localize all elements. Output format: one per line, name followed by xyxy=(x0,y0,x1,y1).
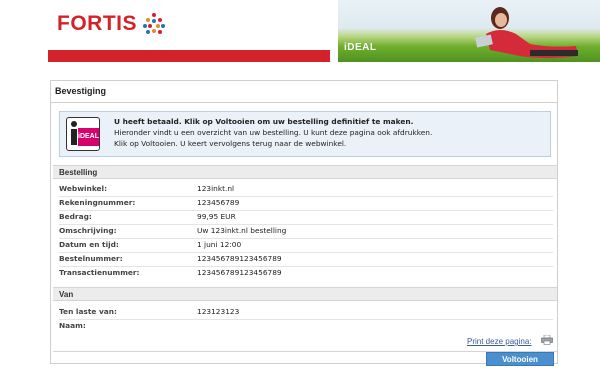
detail-label: Rekeningnummer: xyxy=(59,198,136,207)
detail-value: 123inkt.nl xyxy=(197,184,235,193)
notice-line-3: Klik op Voltooien. U keert vervolgens te… xyxy=(114,139,347,148)
detail-value: 123456789123456789 xyxy=(197,268,282,277)
detail-label: Webwinkel: xyxy=(59,184,108,193)
detail-row: Omschrijving: Uw 123inkt.nl bestelling xyxy=(59,224,555,238)
person-illustration-icon xyxy=(475,7,578,58)
detail-row: Ten laste van: 123123123 xyxy=(59,305,555,319)
ideal-logo-icon: iDEAL xyxy=(66,117,100,151)
detail-label: Bestelnummer: xyxy=(59,254,123,263)
detail-value: 123456789123456789 xyxy=(197,254,282,263)
detail-label: Bedrag: xyxy=(59,212,92,221)
printer-icon[interactable] xyxy=(541,335,553,345)
notice-text: U heeft betaald. Klik op Voltooien om uw… xyxy=(114,116,432,149)
section-heading-van: Van xyxy=(53,287,557,301)
confirmation-panel: Bevestiging iDEAL U heeft betaald. Klik … xyxy=(50,80,558,364)
detail-value: 99,95 EUR xyxy=(197,212,236,221)
detail-label: Naam: xyxy=(59,321,86,330)
detail-row: Webwinkel: 123inkt.nl xyxy=(59,182,555,196)
detail-label: Ten laste van: xyxy=(59,307,117,316)
detail-label: Omschrijving: xyxy=(59,226,117,235)
divider xyxy=(51,102,557,103)
detail-value: 1 juni 12:00 xyxy=(197,240,242,249)
page-title: Bevestiging xyxy=(55,86,107,96)
detail-row: Datum en tijd: 1 juni 12:00 xyxy=(59,238,555,252)
detail-row: Transactienummer: 123456789123456789 xyxy=(59,266,555,280)
payment-notice: iDEAL U heeft betaald. Klik op Voltooien… xyxy=(59,111,551,157)
detail-value: 123456789 xyxy=(197,198,240,207)
detail-row: Bestelnummer: 123456789123456789 xyxy=(59,252,555,266)
detail-value: Uw 123inkt.nl bestelling xyxy=(197,226,287,235)
banner-ideal-label: iDEAL xyxy=(344,42,377,53)
fortis-logo: FORTIS xyxy=(57,11,165,37)
section-heading-bestelling: Bestelling xyxy=(53,165,557,179)
detail-row: Naam: xyxy=(59,319,555,333)
detail-label: Datum en tijd: xyxy=(59,240,119,249)
notice-line-1: U heeft betaald. Klik op Voltooien om uw… xyxy=(114,117,414,126)
divider xyxy=(53,351,557,352)
detail-label: Transactienummer: xyxy=(59,268,140,277)
print-page-link[interactable]: Print deze pagina: xyxy=(467,337,532,346)
ideal-logo-text: iDEAL xyxy=(78,128,99,146)
notice-line-2: Hieronder vindt u een overzicht van uw b… xyxy=(114,128,433,137)
header-red-bar xyxy=(48,50,330,62)
detail-row: Bedrag: 99,95 EUR xyxy=(59,210,555,224)
logo-text: FORTIS xyxy=(57,12,137,35)
header-banner-image: iDEAL xyxy=(330,0,600,62)
logo-mark-icon xyxy=(143,13,165,35)
header: FORTIS iDEAL xyxy=(0,0,600,62)
detail-value: 123123123 xyxy=(197,307,240,316)
detail-row: Rekeningnummer: 123456789 xyxy=(59,196,555,210)
voltooien-button[interactable]: Voltooien xyxy=(486,352,554,366)
